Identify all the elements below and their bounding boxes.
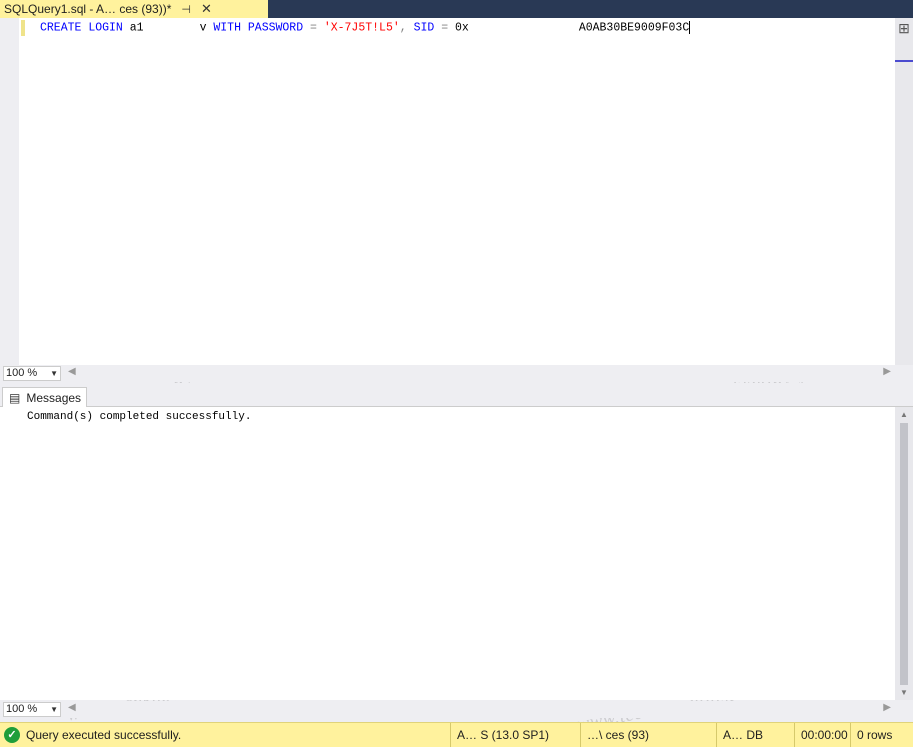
scroll-up-icon[interactable]: ▲ [900,410,908,419]
status-bar: ✓ Query executed successfully. A… S (13.… [0,722,913,747]
sid-value-end: A0AB30BE9009F03C [578,21,690,35]
keyword-password: PASSWORD [247,21,304,35]
code-line-1[interactable]: CREATE LOGIN a1 v WITH PASSWORD = 'X-7J5T… [40,21,691,35]
editor-gutter [0,18,19,365]
operator-equals: = [310,21,317,35]
login-name-end: v [199,21,207,35]
scroll-left-icon[interactable]: ◀ [68,366,76,377]
results-zoom-select[interactable]: 100 % ▼ [3,702,61,717]
messages-vertical-scrollbar[interactable]: ▲ ▼ [895,407,913,700]
status-server-version: A… S (13.0 SP1) [450,722,580,747]
operator-equals: = [441,21,449,35]
status-left: ✓ Query executed successfully. [0,727,450,743]
query-document-tab[interactable]: SQLQuery1.sql - A… ces (93))* ⊣ ✕ [0,0,268,18]
success-check-icon: ✓ [4,727,20,743]
editor-vertical-scrollbar[interactable]: ⊞ [895,18,913,365]
keyword-with: WITH [213,21,241,35]
keyword-login: LOGIN [88,21,123,35]
keyword-create: CREATE [40,21,82,35]
results-zoom-bar: 100 % ▼ ◀ ▶ [0,701,895,718]
results-tabstrip: ▤ Messages [0,383,913,408]
text-caret [689,21,691,34]
scroll-right-icon[interactable]: ▶ [883,366,891,377]
scroll-left-icon[interactable]: ◀ [68,702,76,713]
document-tabstrip: SQLQuery1.sql - A… ces (93))* ⊣ ✕ [0,0,913,18]
sid-value-start: 0x [455,21,469,35]
line-change-marker [21,20,25,36]
query-editor[interactable]: CREATE LOGIN a1 v WITH PASSWORD = 'X-7J5T… [0,18,913,365]
pin-icon[interactable]: ⊣ [181,3,191,16]
status-text: Query executed successfully. [26,728,182,742]
ssms-window: www.techknowlojist.com www.techknowlojis… [0,0,913,747]
editor-zoom-bar: 100 % ▼ ◀ ▶ [0,365,895,382]
split-icon[interactable]: ⊞ [896,20,912,36]
tab-messages[interactable]: ▤ Messages [2,387,87,408]
editor-zoom-select[interactable]: 100 % ▼ [3,366,61,381]
results-zoom-value: 100 % [6,703,38,715]
scrollbar-thumb[interactable] [900,423,908,685]
chevron-down-icon: ▼ [50,705,58,714]
scroll-right-icon[interactable]: ▶ [883,702,891,713]
editor-horizontal-scrollbar[interactable]: ◀ ▶ [66,366,895,381]
messages-tab-label: Messages [26,391,82,405]
operator-comma: , [399,21,407,35]
editor-zoom-value: 100 % [6,367,38,379]
messages-pane[interactable]: Command(s) completed successfully. [0,407,895,700]
tab-title: SQLQuery1.sql - A… ces (93))* [4,2,172,16]
close-icon[interactable]: ✕ [201,1,212,17]
messages-icon: ▤ [9,391,21,405]
status-database: A… DB [716,722,794,747]
login-name-start: a1 [129,21,144,35]
status-elapsed-time: 00:00:00 [794,722,850,747]
keyword-sid: SID [413,21,435,35]
password-string: 'X-7J5T!L5' [323,21,400,35]
status-row-count: 0 rows [850,722,913,747]
status-user: …\ ces (93) [580,722,716,747]
result-message: Command(s) completed successfully. [27,411,252,423]
scroll-down-icon[interactable]: ▼ [900,688,908,697]
scroll-position-marker [895,60,913,62]
chevron-down-icon: ▼ [50,369,58,378]
results-horizontal-scrollbar[interactable]: ◀ ▶ [66,702,895,717]
